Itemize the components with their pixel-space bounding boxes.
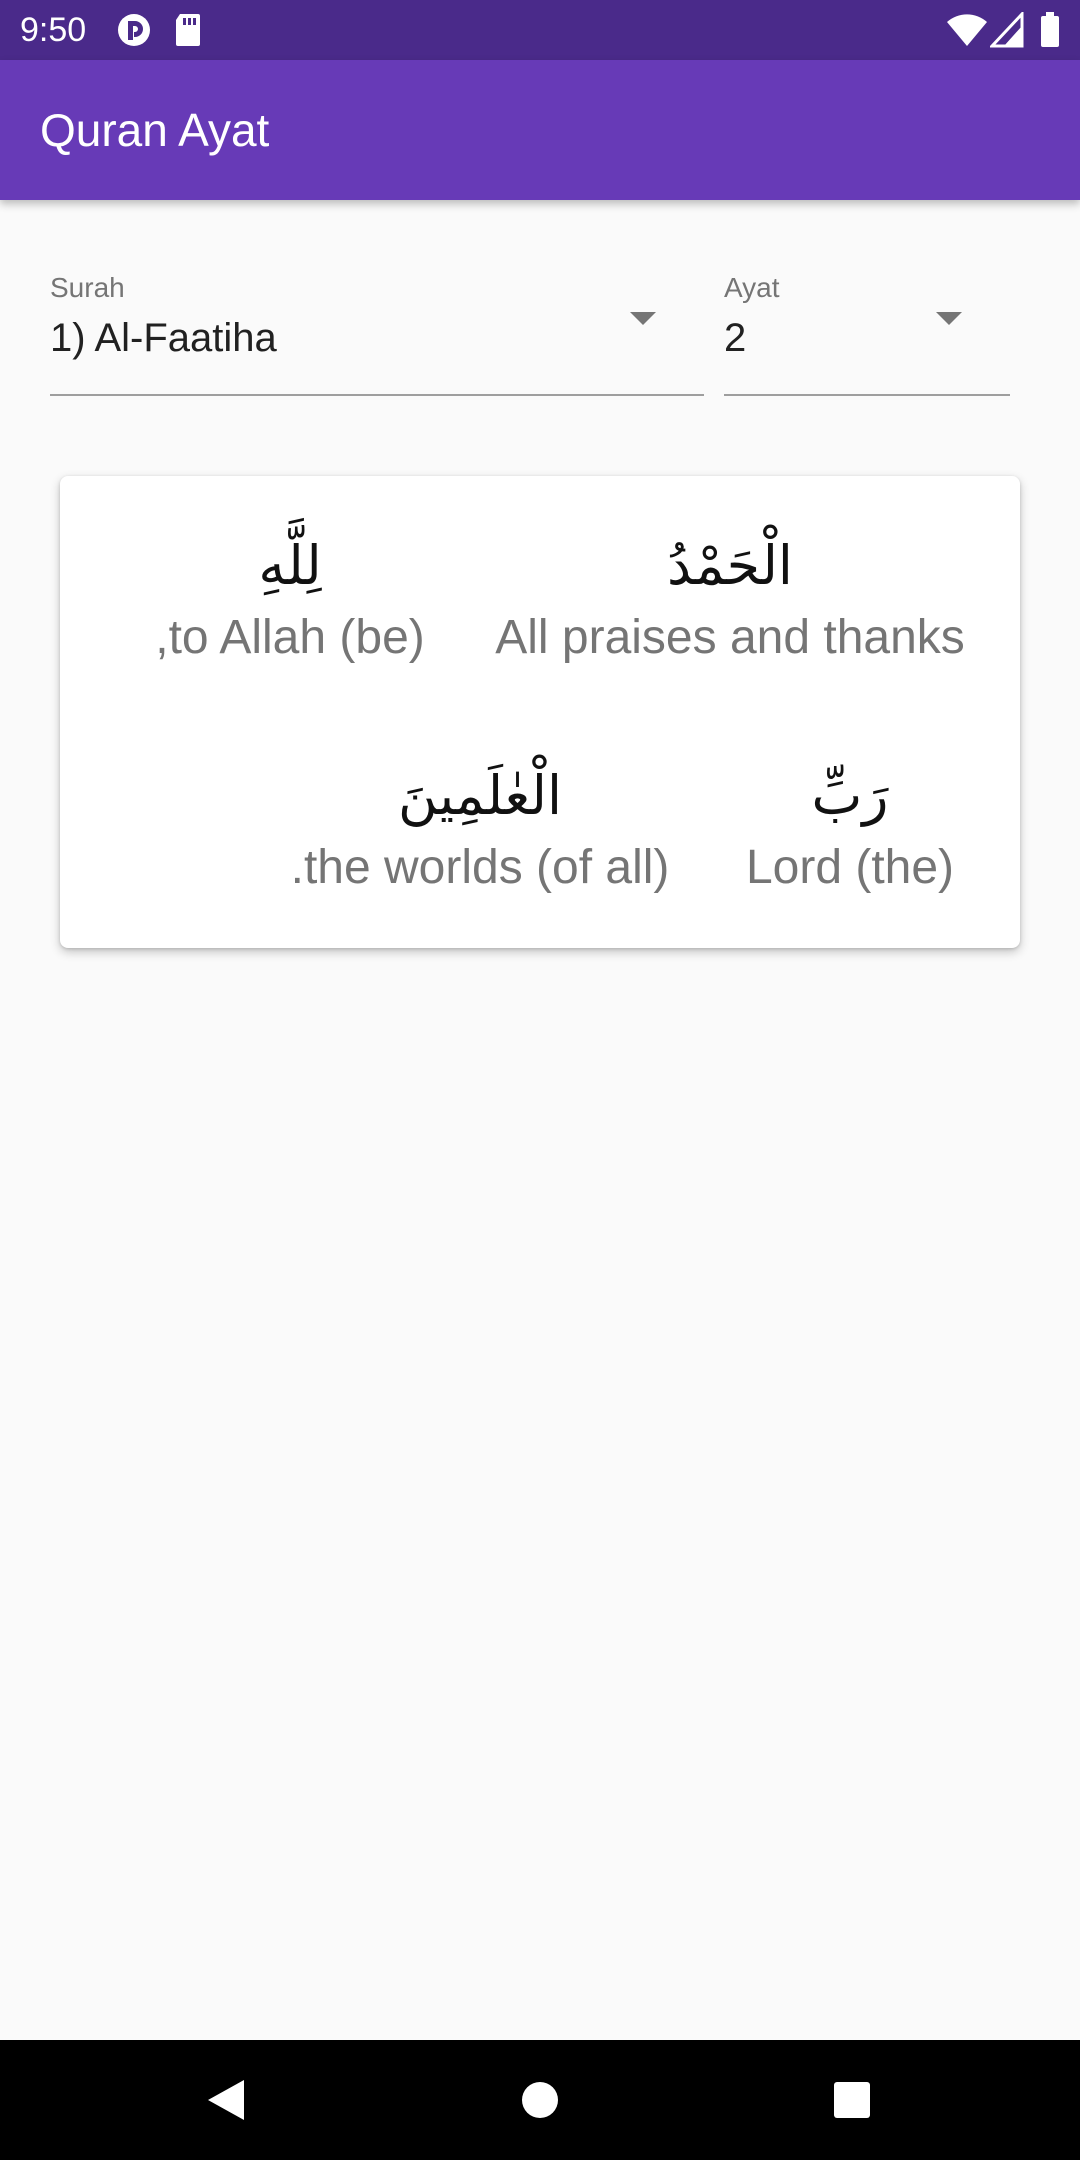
ayah-word: الْعٰلَمِينَ the worlds (of all).	[260, 756, 700, 900]
battery-icon	[1040, 12, 1060, 53]
word-translation: the worlds (of all).	[290, 841, 670, 894]
ayat-value: 2	[724, 316, 747, 360]
recents-icon[interactable]	[812, 2060, 892, 2140]
ayah-card: الْحَمْدُ All praises and thanks لِلَّهِ…	[60, 476, 1020, 948]
navigation-bar	[0, 2040, 1080, 2160]
back-icon[interactable]	[186, 2060, 266, 2140]
app-title: Quran Ayat	[40, 104, 270, 156]
arabic-word: رَبِّ	[811, 764, 889, 827]
status-bar: 9:50	[0, 0, 1080, 60]
home-icon[interactable]	[500, 2060, 580, 2140]
ayah-word: رَبِّ Lord (the)	[730, 756, 970, 900]
ayat-label: Ayat	[724, 272, 780, 303]
arabic-word: لِلَّهِ	[258, 534, 322, 597]
signal-icon	[988, 10, 1024, 53]
surah-value: 1) Al-Faatiha	[50, 316, 277, 360]
sd-card-icon	[174, 12, 202, 53]
pocket-casts-icon	[116, 12, 152, 53]
wifi-icon	[946, 12, 988, 53]
chevron-down-icon	[936, 312, 962, 325]
ayah-word: الْحَمْدُ All praises and thanks	[480, 526, 980, 670]
arabic-word: الْعٰلَمِينَ	[397, 764, 562, 827]
arabic-word: الْحَمْدُ	[667, 534, 793, 597]
ayah-word: لِلَّهِ to Allah (be),	[120, 526, 460, 670]
word-translation: Lord (the)	[745, 841, 955, 894]
status-time: 9:50	[20, 11, 87, 49]
ayat-dropdown[interactable]: Ayat 2	[724, 268, 1010, 396]
app-bar: Quran Ayat	[0, 60, 1080, 200]
chevron-down-icon	[630, 312, 656, 325]
surah-label: Surah	[50, 272, 125, 303]
surah-dropdown[interactable]: Surah 1) Al-Faatiha	[50, 268, 704, 396]
word-translation: to Allah (be),	[155, 611, 425, 664]
word-translation: All praises and thanks	[495, 611, 965, 664]
